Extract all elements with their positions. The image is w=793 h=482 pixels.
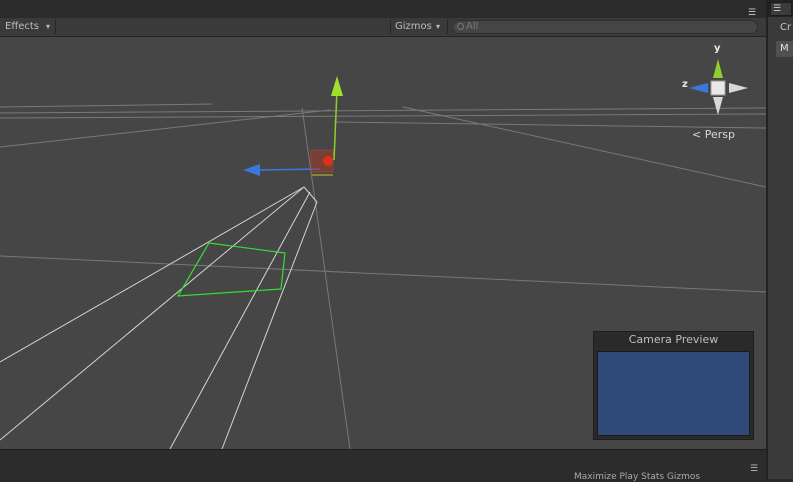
orientation-z-cone [689, 83, 708, 93]
create-dropdown-label[interactable]: Cr [780, 22, 791, 33]
gizmo-x-handle [323, 156, 333, 166]
grid-line [0, 109, 331, 148]
grid-line [402, 106, 766, 188]
right-panel: ☰ Cr M [766, 0, 793, 479]
orientation-neg-z-cone [729, 83, 748, 93]
gizmo-y-arrow [331, 76, 343, 96]
search-input[interactable]: All [452, 20, 758, 34]
hierarchy-selected-item[interactable]: M [776, 41, 793, 57]
gizmos-dropdown-label[interactable]: Gizmos [395, 18, 432, 36]
scene-toolbar: Effects ▾ Gizmos ▾ All [0, 18, 766, 37]
grid-line [0, 103, 213, 108]
scene-viewport[interactable]: y z < Persp Camera Preview [0, 37, 766, 449]
orientation-y-cone [713, 59, 723, 78]
orientation-center-cube [710, 80, 726, 96]
hierarchy-tab[interactable]: ☰ [770, 2, 792, 16]
game-view-toolbar[interactable]: Maximize Play Stats Gizmos [574, 472, 700, 482]
bottom-panel-menu-icon[interactable]: ☰ [750, 464, 758, 474]
toolbar-divider [447, 20, 448, 34]
camera-preview-panel: Camera Preview [593, 331, 754, 440]
grid-line [0, 107, 766, 114]
orientation-neg-y-cone [713, 97, 723, 115]
selected-object-outline[interactable] [176, 242, 286, 297]
hierarchy-panel [768, 17, 793, 479]
camera-frustum [0, 186, 318, 449]
camera-preview-screen [597, 351, 750, 436]
top-strip: ☰ [0, 0, 793, 18]
gizmo-z-arrow [243, 164, 260, 176]
camera-preview-title: Camera Preview [628, 333, 719, 346]
frustum-edge [0, 186, 305, 441]
orientation-y-label[interactable]: y [714, 43, 721, 54]
frustum-edge [221, 201, 318, 449]
panel-menu-icon[interactable]: ☰ [748, 8, 756, 18]
search-icon [457, 22, 464, 30]
toolbar-divider [55, 20, 56, 34]
gizmo-y-axis [333, 89, 338, 161]
list-icon: ☰ [773, 4, 782, 14]
frustum-edge [169, 191, 311, 449]
projection-mode: Persp [704, 128, 735, 141]
orientation-gizmo[interactable] [689, 59, 748, 115]
gizmos-dropdown-caret[interactable]: ▾ [436, 18, 440, 36]
orientation-z-label[interactable]: z [682, 79, 688, 90]
toolbar-divider [390, 20, 391, 34]
effects-dropdown-caret[interactable]: ▾ [46, 18, 50, 36]
grid-line [0, 113, 766, 119]
search-placeholder: All [466, 21, 479, 32]
bottom-panel-header: ☰ Maximize Play Stats Gizmos [0, 449, 766, 482]
projection-toggle-label[interactable]: < Persp [692, 128, 735, 141]
grid-line [0, 255, 766, 293]
move-gizmo[interactable] [243, 76, 343, 176]
effects-dropdown-label[interactable]: Effects [5, 18, 39, 36]
frustum-edge [0, 186, 305, 363]
